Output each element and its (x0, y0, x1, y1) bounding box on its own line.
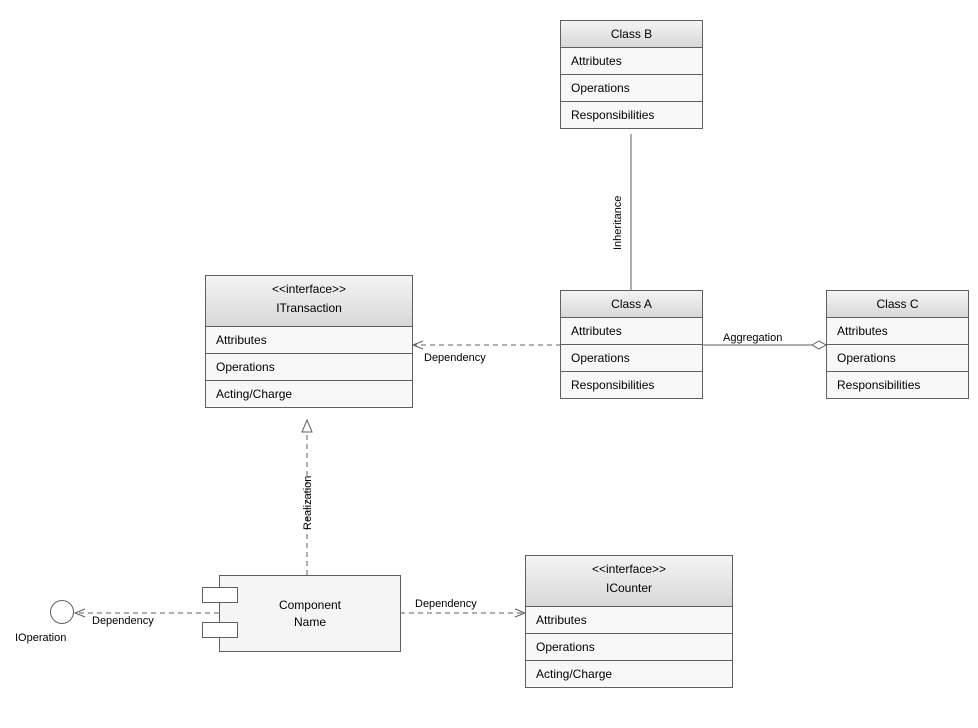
class-c-operations: Operations (827, 345, 968, 372)
itransaction-header: <<interface>> ITransaction (206, 276, 412, 327)
aggregation-label: Aggregation (723, 332, 782, 344)
class-c-responsibilities: Responsibilities (827, 372, 968, 398)
class-a-operations: Operations (561, 345, 702, 372)
itransaction-name: ITransaction (216, 299, 402, 318)
itransaction-stereotype: <<interface>> (216, 280, 402, 299)
component-tab-bottom (202, 622, 238, 638)
itransaction-acting: Acting/Charge (206, 381, 412, 407)
class-c-box: Class C Attributes Operations Responsibi… (826, 290, 969, 399)
class-b-operations: Operations (561, 75, 702, 102)
itransaction-box: <<interface>> ITransaction Attributes Op… (205, 275, 413, 408)
class-a-name: Class A (561, 291, 702, 318)
icounter-operations: Operations (526, 634, 732, 661)
icounter-stereotype: <<interface>> (536, 560, 722, 579)
realization-label: Realization (302, 476, 314, 530)
class-b-name: Class B (561, 21, 702, 48)
itransaction-operations: Operations (206, 354, 412, 381)
component-name: Component Name (279, 597, 341, 631)
dependency-label-1: Dependency (424, 352, 486, 364)
icounter-acting: Acting/Charge (526, 661, 732, 687)
dependency-label-3: Dependency (92, 615, 154, 627)
icounter-attributes: Attributes (526, 607, 732, 634)
class-b-responsibilities: Responsibilities (561, 102, 702, 128)
icounter-box: <<interface>> ICounter Attributes Operat… (525, 555, 733, 688)
inheritance-label: Inheritance (612, 196, 624, 250)
class-a-attributes: Attributes (561, 318, 702, 345)
class-b-box: Class B Attributes Operations Responsibi… (560, 20, 703, 129)
icounter-header: <<interface>> ICounter (526, 556, 732, 607)
ioperation-label: IOperation (15, 632, 66, 644)
itransaction-attributes: Attributes (206, 327, 412, 354)
component-tab-top (202, 587, 238, 603)
class-c-name: Class C (827, 291, 968, 318)
dependency-label-2: Dependency (415, 598, 477, 610)
class-a-box: Class A Attributes Operations Responsibi… (560, 290, 703, 399)
ioperation-circle (50, 600, 74, 624)
class-b-attributes: Attributes (561, 48, 702, 75)
class-a-responsibilities: Responsibilities (561, 372, 702, 398)
icounter-name: ICounter (536, 579, 722, 598)
class-c-attributes: Attributes (827, 318, 968, 345)
component-box: Component Name (219, 575, 401, 652)
